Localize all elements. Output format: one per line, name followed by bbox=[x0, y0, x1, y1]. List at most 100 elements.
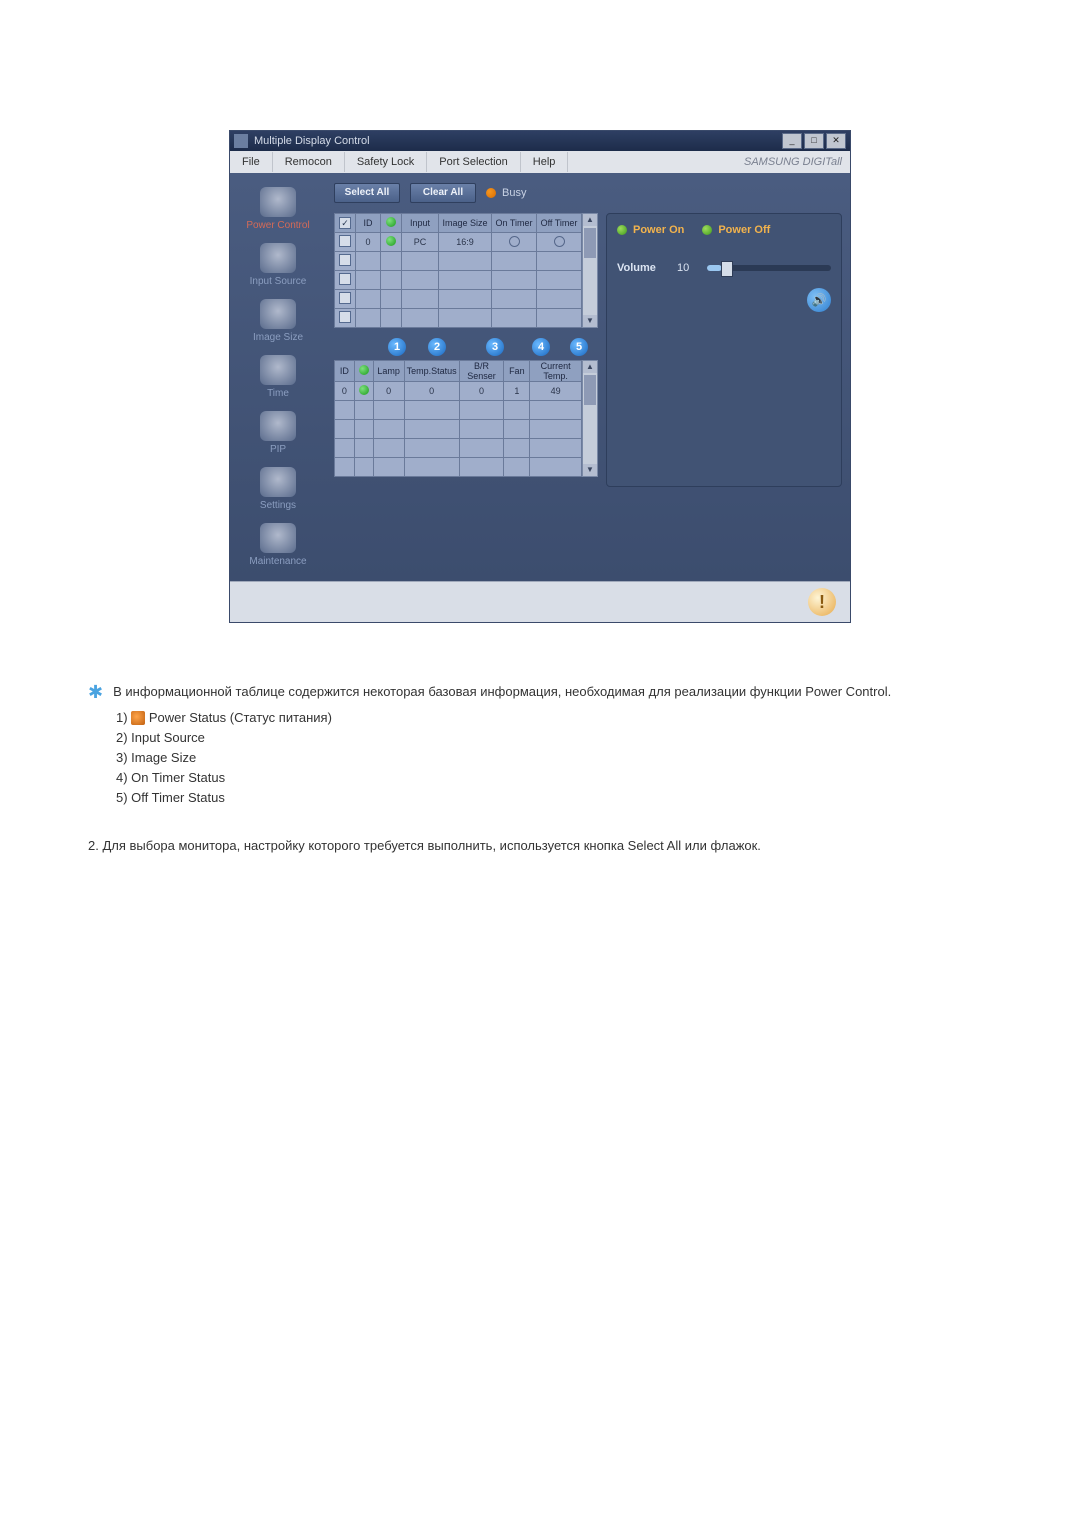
col-on-timer: On Timer bbox=[492, 214, 537, 233]
menubar: File Remocon Safety Lock Port Selection … bbox=[230, 151, 850, 173]
list-item: 5) Off Timer Status bbox=[116, 789, 992, 807]
menu-safety-lock[interactable]: Safety Lock bbox=[345, 152, 427, 172]
cell-image-size: 16:9 bbox=[439, 233, 492, 252]
sidebar-item-label: Time bbox=[238, 388, 318, 399]
table-row[interactable] bbox=[335, 458, 582, 477]
col-temp-status: Temp.Status bbox=[404, 361, 459, 382]
sidebar-item-pip[interactable]: PIP bbox=[238, 407, 318, 459]
cell-lamp: 0 bbox=[373, 382, 404, 401]
info-icon: ! bbox=[808, 588, 836, 616]
table-row[interactable] bbox=[335, 271, 582, 290]
input-source-icon bbox=[260, 243, 296, 273]
power-status-icon bbox=[131, 711, 145, 725]
row-checkbox[interactable] bbox=[339, 235, 351, 247]
scroll-up-icon[interactable]: ▲ bbox=[583, 361, 597, 373]
power-on-button[interactable]: Power On bbox=[617, 224, 684, 236]
pip-icon bbox=[260, 411, 296, 441]
speaker-button[interactable]: 🔊 bbox=[807, 288, 831, 312]
col-input: Input bbox=[402, 214, 439, 233]
display-table: ID Input Image Size On Timer Off Timer bbox=[334, 213, 598, 328]
time-icon bbox=[260, 355, 296, 385]
menu-file[interactable]: File bbox=[230, 152, 273, 172]
table-row[interactable] bbox=[335, 290, 582, 309]
col-fan: Fan bbox=[504, 361, 530, 382]
maximize-button[interactable]: □ bbox=[804, 133, 824, 149]
callout-3: 3 bbox=[486, 338, 504, 356]
scroll-thumb[interactable] bbox=[584, 375, 596, 405]
row-checkbox[interactable] bbox=[339, 292, 351, 304]
scroll-down-icon[interactable]: ▼ bbox=[583, 315, 597, 327]
clear-all-button[interactable]: Clear All bbox=[410, 183, 476, 203]
menu-remocon[interactable]: Remocon bbox=[273, 152, 345, 172]
callout-1: 1 bbox=[388, 338, 406, 356]
description-block: ✱ В информационной таблице содержится не… bbox=[80, 683, 1000, 855]
sidebar-item-power-control[interactable]: Power Control bbox=[238, 183, 318, 235]
row-checkbox[interactable] bbox=[339, 273, 351, 285]
power-dot-icon bbox=[617, 225, 627, 235]
list-item: 3) Image Size bbox=[116, 749, 992, 767]
table-row[interactable] bbox=[335, 252, 582, 271]
col-power bbox=[381, 214, 402, 233]
col-current-temp: Current Temp. bbox=[530, 361, 582, 382]
app-window: Multiple Display Control _ □ ✕ File Remo… bbox=[229, 130, 851, 623]
table-row[interactable] bbox=[335, 401, 582, 420]
sidebar-item-image-size[interactable]: Image Size bbox=[238, 295, 318, 347]
callout-5: 5 bbox=[570, 338, 588, 356]
cell-temp-status: 0 bbox=[404, 382, 459, 401]
row-checkbox[interactable] bbox=[339, 254, 351, 266]
titlebar[interactable]: Multiple Display Control _ □ ✕ bbox=[230, 131, 850, 151]
sidebar-item-maintenance[interactable]: Maintenance bbox=[238, 519, 318, 571]
col-id: ID bbox=[356, 214, 381, 233]
off-timer-icon bbox=[554, 236, 565, 247]
slider-thumb[interactable] bbox=[721, 261, 733, 277]
status-bar: ! bbox=[230, 581, 850, 622]
power-status-icon bbox=[359, 365, 369, 375]
note-text: В информационной таблице содержится неко… bbox=[113, 683, 891, 701]
scroll-up-icon[interactable]: ▲ bbox=[583, 214, 597, 226]
table-row[interactable] bbox=[335, 439, 582, 458]
busy-label: Busy bbox=[502, 187, 526, 199]
status-table: ID Lamp Temp.Status B/R Senser Fan Curre… bbox=[334, 360, 598, 477]
sidebar-item-label: Settings bbox=[238, 500, 318, 511]
power-off-label: Power Off bbox=[718, 224, 770, 236]
scroll-down-icon[interactable]: ▼ bbox=[583, 464, 597, 476]
sidebar: Power Control Input Source Image Size Ti… bbox=[230, 173, 326, 581]
row-power-icon bbox=[359, 385, 369, 395]
col-off-timer: Off Timer bbox=[537, 214, 582, 233]
table-row[interactable] bbox=[335, 309, 582, 328]
on-timer-icon bbox=[509, 236, 520, 247]
volume-value: 10 bbox=[677, 262, 697, 274]
sidebar-item-input-source[interactable]: Input Source bbox=[238, 239, 318, 291]
close-button[interactable]: ✕ bbox=[826, 133, 846, 149]
sidebar-item-settings[interactable]: Settings bbox=[238, 463, 318, 515]
select-all-button[interactable]: Select All bbox=[334, 183, 400, 203]
busy-indicator: Busy bbox=[486, 187, 526, 199]
sidebar-item-label: Input Source bbox=[238, 276, 318, 287]
menu-port-selection[interactable]: Port Selection bbox=[427, 152, 520, 172]
row-power-icon bbox=[386, 236, 396, 246]
brand-label: SAMSUNG DIGITall bbox=[568, 156, 850, 168]
scroll-thumb[interactable] bbox=[584, 228, 596, 258]
table-row[interactable]: 0 0 0 0 1 49 bbox=[335, 382, 582, 401]
power-icon bbox=[260, 187, 296, 217]
row-checkbox[interactable] bbox=[339, 311, 351, 323]
volume-slider[interactable] bbox=[707, 265, 831, 271]
scrollbar[interactable]: ▲ ▼ bbox=[582, 213, 598, 328]
table-row[interactable] bbox=[335, 420, 582, 439]
list-item: 4) On Timer Status bbox=[116, 769, 992, 787]
header-checkbox[interactable] bbox=[339, 217, 351, 229]
star-icon: ✱ bbox=[88, 685, 103, 699]
app-icon bbox=[234, 134, 248, 148]
sidebar-item-label: Maintenance bbox=[238, 556, 318, 567]
cell-id: 0 bbox=[356, 233, 381, 252]
minimize-button[interactable]: _ bbox=[782, 133, 802, 149]
callout-2: 2 bbox=[428, 338, 446, 356]
power-off-button[interactable]: Power Off bbox=[702, 224, 770, 236]
menu-help[interactable]: Help bbox=[521, 152, 569, 172]
list-item: 1) Power Status (Статус питания) bbox=[116, 709, 992, 727]
busy-icon bbox=[486, 188, 496, 198]
scrollbar[interactable]: ▲ ▼ bbox=[582, 360, 598, 477]
sidebar-item-time[interactable]: Time bbox=[238, 351, 318, 403]
power-status-icon bbox=[386, 217, 396, 227]
table-row[interactable]: 0 PC 16:9 bbox=[335, 233, 582, 252]
